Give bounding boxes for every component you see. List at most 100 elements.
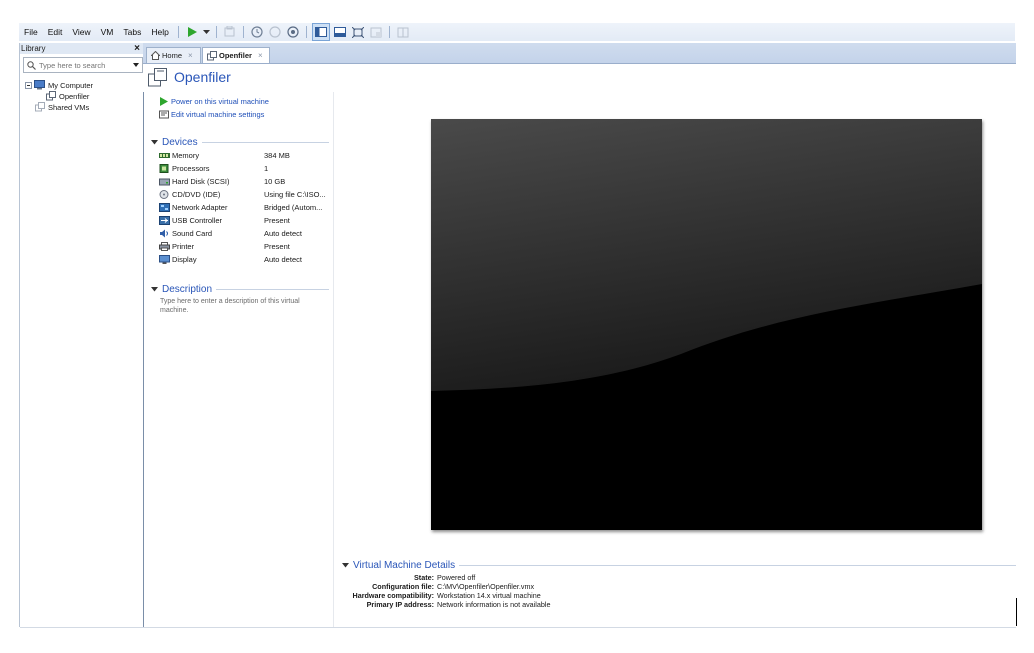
- menu-view[interactable]: View: [67, 27, 95, 37]
- device-row[interactable]: Sound Card Auto detect: [159, 227, 329, 240]
- search-input[interactable]: [36, 60, 127, 70]
- unity-icon[interactable]: [368, 24, 384, 40]
- vm-icon: [46, 91, 56, 101]
- toolbar-separator: [215, 26, 217, 38]
- send-keys-icon[interactable]: [222, 24, 238, 40]
- vm-details-title: Virtual Machine Details: [353, 560, 456, 571]
- tree-item-my-computer[interactable]: My Computer: [25, 80, 93, 90]
- printer-icon: [159, 242, 170, 251]
- device-name: CD/DVD (IDE): [172, 190, 221, 199]
- device-value: 10 GB: [264, 177, 286, 186]
- menu-help[interactable]: Help: [146, 27, 173, 37]
- console-view-icon[interactable]: [332, 24, 348, 40]
- tab-openfiler-close-icon[interactable]: ×: [258, 51, 263, 60]
- memory-icon: [159, 151, 170, 160]
- hard-disk-icon: [159, 177, 170, 186]
- tree-item-openfiler[interactable]: Openfiler: [46, 91, 89, 101]
- detail-row-state: State: Powered off: [340, 573, 475, 582]
- display-icon: [159, 255, 170, 264]
- toolbar-separator: [305, 26, 307, 38]
- devices-title: Devices: [162, 137, 198, 148]
- library-search-box[interactable]: [23, 57, 143, 73]
- revert-snapshot-icon[interactable]: [267, 24, 283, 40]
- device-row[interactable]: Display Auto detect: [159, 253, 329, 266]
- device-row[interactable]: Printer Present: [159, 240, 329, 253]
- detail-label: State:: [414, 573, 434, 582]
- device-row[interactable]: Network Adapter Bridged (Autom...: [159, 201, 329, 214]
- device-name: Memory: [172, 151, 200, 160]
- text-cursor: [1016, 598, 1017, 626]
- library-view-icon[interactable]: [311, 23, 330, 41]
- collapse-arrow-icon: [151, 287, 158, 292]
- thumbnail-icon[interactable]: [395, 24, 411, 40]
- sound-icon: [159, 229, 170, 238]
- device-value: Present: [264, 242, 290, 251]
- device-row[interactable]: Processors 1: [159, 162, 329, 175]
- cd-dvd-icon: [159, 190, 170, 199]
- detail-label: Hardware compatibility:: [352, 591, 434, 600]
- menu-bar: File Edit View VM Tabs Help: [19, 23, 1015, 41]
- collapse-icon[interactable]: [25, 81, 32, 89]
- vm-details-header[interactable]: Virtual Machine Details: [342, 560, 1016, 571]
- device-name: Printer: [172, 242, 195, 251]
- description-text[interactable]: Type here to enter a description of this…: [160, 297, 320, 315]
- device-value: Auto detect: [264, 229, 302, 238]
- description-section-header[interactable]: Description: [151, 284, 329, 295]
- vm-screen-thumbnail[interactable]: [431, 119, 982, 530]
- snapshot-manager-icon[interactable]: [285, 24, 301, 40]
- device-value: Using file C:\ISO...: [264, 190, 326, 199]
- tree-item-shared-vms[interactable]: Shared VMs: [35, 102, 89, 112]
- device-value: Auto detect: [264, 255, 302, 264]
- tab-openfiler-label: Openfiler: [219, 51, 252, 60]
- description-divider: [216, 289, 329, 290]
- detail-value: Powered off: [437, 573, 476, 582]
- library-header: Library ×: [20, 43, 143, 54]
- device-name: Processors: [172, 164, 210, 173]
- settings-icon: [159, 110, 169, 119]
- network-adapter-icon: [159, 203, 170, 212]
- menu-tabs[interactable]: Tabs: [118, 27, 146, 37]
- vm-details-section: Virtual Machine Details State: Powered o…: [340, 560, 1016, 620]
- search-dropdown-icon[interactable]: [133, 63, 139, 67]
- edit-settings-label: Edit virtual machine settings: [171, 110, 265, 119]
- device-name: Network Adapter: [172, 203, 228, 212]
- tab-home[interactable]: Home ×: [146, 47, 201, 63]
- computer-icon: [34, 80, 45, 90]
- edit-settings-link[interactable]: Edit virtual machine settings: [159, 110, 264, 119]
- devices-divider: [201, 142, 329, 143]
- library-panel: Library × My Computer Openfiler Shared V…: [19, 43, 144, 627]
- devices-section-header[interactable]: Devices: [151, 137, 329, 148]
- device-value: 384 MB: [264, 151, 290, 160]
- tree-label-openfiler: Openfiler: [59, 91, 90, 101]
- play-icon[interactable]: [184, 24, 200, 40]
- usb-icon: [159, 216, 170, 225]
- detail-row-config-file: Configuration file: C:\MV\Openfiler\Open…: [340, 582, 534, 591]
- library-close-button[interactable]: ×: [134, 43, 140, 54]
- device-value: Present: [264, 216, 290, 225]
- device-row[interactable]: CD/DVD (IDE) Using file C:\ISO...: [159, 188, 329, 201]
- full-screen-icon[interactable]: [350, 24, 366, 40]
- device-name: Hard Disk (SCSI): [172, 177, 230, 186]
- menu-vm[interactable]: VM: [96, 27, 119, 37]
- description-title: Description: [162, 284, 213, 295]
- shared-vms-icon: [35, 102, 45, 112]
- tree-label-my-computer: My Computer: [48, 80, 94, 90]
- tab-home-label: Home: [162, 51, 183, 60]
- vm-title-icon: [148, 68, 168, 87]
- search-icon: [27, 60, 36, 70]
- detail-value: Network information is not available: [437, 600, 551, 609]
- device-row[interactable]: USB Controller Present: [159, 214, 329, 227]
- toolbar-separator: [388, 26, 390, 38]
- tab-openfiler[interactable]: Openfiler ×: [202, 47, 270, 63]
- power-on-link[interactable]: Power on this virtual machine: [160, 97, 269, 106]
- dropdown-arrow-icon[interactable]: [202, 24, 211, 40]
- device-row[interactable]: Memory 384 MB: [159, 149, 329, 162]
- menu-edit[interactable]: Edit: [43, 27, 68, 37]
- detail-label: Configuration file:: [372, 582, 434, 591]
- vm-tab-icon: [207, 50, 217, 61]
- device-row[interactable]: Hard Disk (SCSI) 10 GB: [159, 175, 329, 188]
- snapshot-icon[interactable]: [249, 24, 265, 40]
- menu-file[interactable]: File: [19, 27, 43, 37]
- tab-home-close-icon[interactable]: ×: [188, 51, 193, 60]
- page-title: Openfiler: [174, 69, 231, 85]
